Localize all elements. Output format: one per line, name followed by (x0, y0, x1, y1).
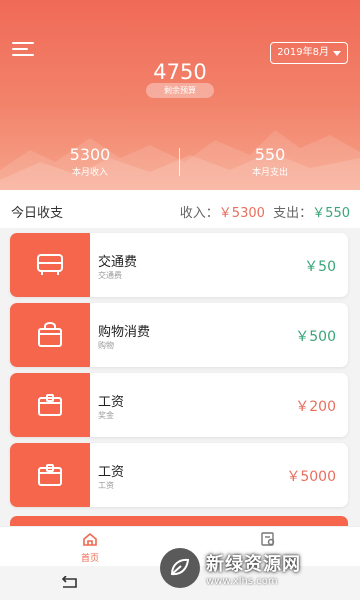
today-summary-title: 今日收支 (11, 206, 64, 221)
record-card[interactable]: 交通费 交通费 ￥50 (10, 233, 348, 297)
today-income-label: 收入： (179, 206, 219, 221)
back-icon[interactable] (58, 576, 80, 590)
month-expense-value: 550 (254, 145, 286, 164)
month-income-stat: 5300 本月收入 (0, 145, 180, 178)
bus-icon (10, 233, 90, 297)
header: 2019年8月 4750 剩余预算 5300 本月收入 550 本月支出 (0, 0, 360, 190)
record-category: 购物 (98, 341, 114, 350)
today-income-value: ￥5300 (218, 206, 265, 221)
tab-home-label: 首页 (80, 554, 99, 564)
remaining-budget-value: 4750 (153, 60, 207, 84)
today-summary: 今日收支 收入：￥5300 支出：￥550 (0, 190, 360, 228)
wallet-icon (10, 443, 90, 507)
shopping-bag-icon (10, 303, 90, 367)
watermark: 新绿资源网 www.xlhs.com (160, 543, 356, 593)
month-income-label: 本月收入 (71, 168, 108, 178)
record-amount: ￥500 (295, 329, 336, 345)
record-name: 购物消费 (98, 325, 151, 340)
today-expense-value: ￥550 (312, 206, 350, 221)
record-card[interactable]: 购物消费 购物 ￥500 (10, 303, 348, 367)
record-amount: ￥50 (304, 259, 336, 275)
record-amount: ￥5000 (286, 469, 336, 485)
remaining-budget-label: 剩余预算 (146, 83, 214, 98)
wallet-icon (10, 373, 90, 437)
chevron-down-icon (333, 50, 341, 56)
record-card[interactable]: 工资 奖金 ￥200 (10, 373, 348, 437)
watermark-logo-icon (160, 548, 200, 588)
record-category: 奖金 (98, 411, 114, 420)
record-card[interactable]: 工资 工资 ￥5000 (10, 443, 348, 507)
record-card-peek (10, 516, 348, 526)
today-expense-label: 支出： (273, 206, 313, 221)
menu-icon[interactable] (12, 40, 36, 58)
record-name: 工资 (98, 395, 125, 410)
watermark-text: 新绿资源网 www.xlhs.com (206, 550, 301, 587)
today-totals: 收入：￥5300 支出：￥550 (180, 202, 350, 221)
watermark-title: 新绿资源网 (206, 553, 301, 575)
record-category: 工资 (98, 481, 114, 490)
month-income-value: 5300 (69, 145, 111, 164)
tab-home[interactable]: 首页 (60, 531, 120, 564)
record-name: 工资 (98, 465, 125, 480)
home-icon (83, 532, 97, 546)
record-category: 交通费 (98, 271, 122, 280)
month-expense-label: 本月支出 (251, 168, 288, 178)
month-expense-stat: 550 本月支出 (180, 145, 360, 178)
watermark-url: www.xlhs.com (206, 575, 278, 587)
record-amount: ￥200 (295, 399, 336, 415)
record-name: 交通费 (98, 255, 138, 270)
